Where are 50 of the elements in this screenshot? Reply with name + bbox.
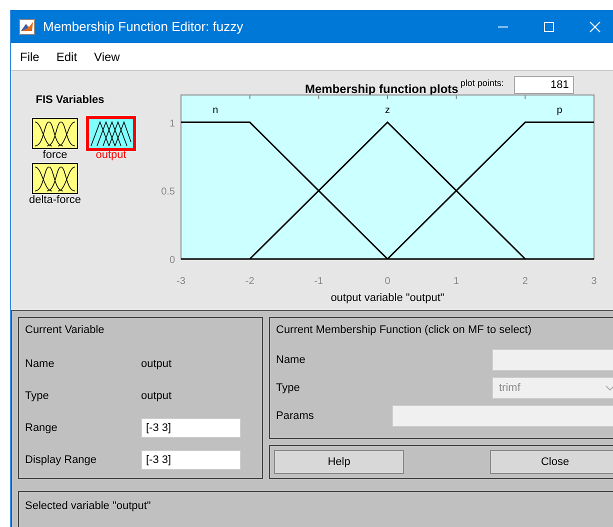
input-field[interactable]: [-3 3] [141, 418, 241, 438]
curves-icon [32, 118, 78, 149]
dialog-button[interactable]: Help [274, 450, 404, 474]
tick-label: -1 [314, 276, 324, 287]
panel-title: Current Variable [25, 324, 106, 336]
right-shoulder-line[interactable] [386, 122, 594, 260]
field-label: Name [25, 358, 56, 370]
tick-label: -3 [176, 276, 186, 287]
plot-points-field[interactable]: 181 [514, 76, 574, 94]
panel-title: Current Membership Function (click on MF to select) [276, 324, 533, 336]
app-icon [19, 18, 35, 34]
menu-item[interactable]: Edit [56, 50, 78, 64]
field-label: Display Range [25, 454, 98, 466]
curves-icon [32, 163, 78, 194]
mf-label: p [556, 105, 562, 116]
field-value: output [141, 390, 172, 402]
field-label: Range [25, 422, 58, 434]
chevron-icon [605, 385, 613, 391]
tick-label: 1 [169, 118, 175, 130]
tick-label: 2 [522, 276, 528, 287]
dialog-button[interactable]: Close [490, 450, 613, 474]
tick-label: -2 [245, 276, 254, 287]
menu-item[interactable]: File [20, 50, 40, 64]
left-shoulder-line[interactable] [181, 122, 388, 260]
tick-label: 0.5 [161, 186, 175, 198]
window-title: Membership Function Editor: fuzzy [43, 19, 244, 34]
plot-points-label: plot points: [460, 78, 504, 88]
menu-item[interactable]: View [94, 50, 120, 64]
triangle-line[interactable] [249, 121, 526, 260]
fis-variables-title: FIS Variables [34, 94, 106, 106]
mf-label: n [212, 105, 218, 116]
field-label: Name [276, 354, 306, 366]
tick-label: 0 [169, 255, 175, 266]
tick-label: 0 [384, 276, 390, 287]
x-axis-label: output variable "output" [330, 292, 444, 304]
fis-variable[interactable]: force [27, 118, 83, 161]
field-label: Params [276, 410, 315, 422]
mf-label: z [385, 105, 390, 116]
maximize-icon[interactable] [543, 20, 555, 32]
triangles-icon [88, 118, 134, 149]
close-icon[interactable] [589, 20, 601, 32]
status-text: Selected variable "output" [25, 500, 151, 512]
field-value: output [141, 358, 172, 370]
input-field[interactable]: [-3 3] [141, 450, 241, 470]
field-label: Type [25, 390, 50, 402]
tick-label: 1 [454, 276, 460, 287]
chart-title: Membership function plots [305, 82, 458, 96]
field-label: Type [276, 382, 301, 394]
tick-label: 3 [591, 276, 597, 287]
fis-variable[interactable]: delta-force [27, 163, 83, 206]
